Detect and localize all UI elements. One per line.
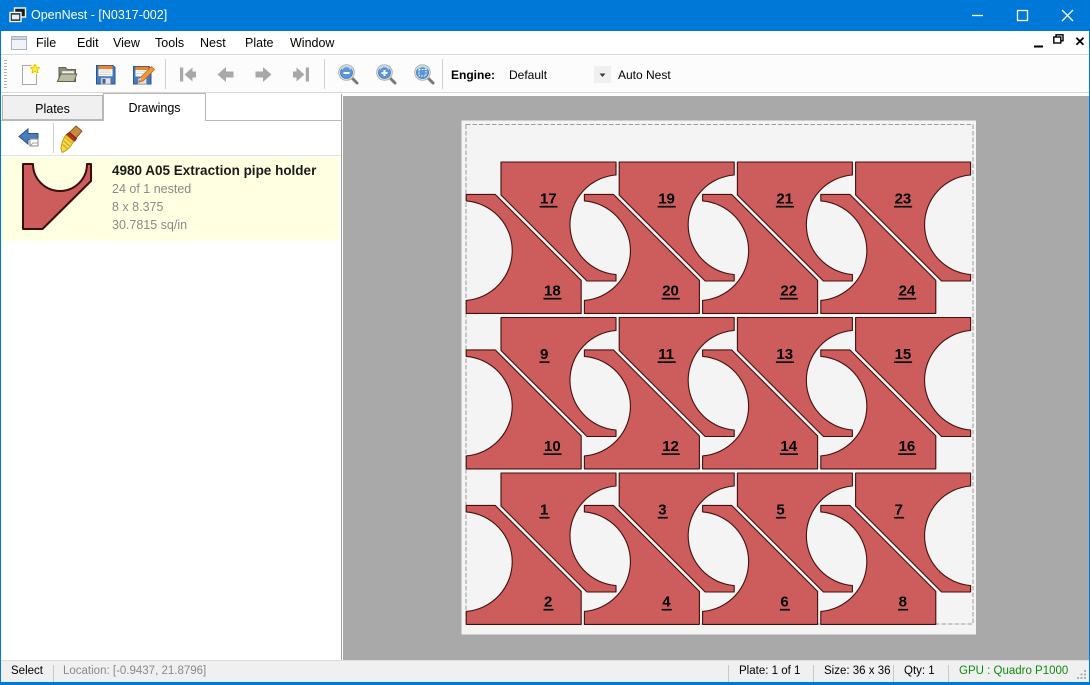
svg-text:8: 8 xyxy=(899,594,907,611)
svg-text:4: 4 xyxy=(662,594,671,611)
svg-text:20: 20 xyxy=(662,283,679,300)
svg-text:11: 11 xyxy=(658,346,674,363)
svg-text:7: 7 xyxy=(895,502,903,519)
svg-text:13: 13 xyxy=(776,346,793,363)
svg-text:6: 6 xyxy=(780,594,788,611)
svg-text:5: 5 xyxy=(776,502,784,519)
svg-text:14: 14 xyxy=(780,438,797,455)
svg-text:21: 21 xyxy=(776,191,793,208)
svg-text:19: 19 xyxy=(658,191,675,208)
svg-text:9: 9 xyxy=(540,346,548,363)
svg-text:3: 3 xyxy=(658,502,666,519)
svg-text:12: 12 xyxy=(662,438,679,455)
svg-text:10: 10 xyxy=(544,438,561,455)
svg-text:22: 22 xyxy=(780,283,797,300)
svg-text:17: 17 xyxy=(540,191,557,208)
svg-text:1: 1 xyxy=(540,502,548,519)
svg-text:15: 15 xyxy=(895,346,912,363)
svg-text:23: 23 xyxy=(895,191,912,208)
svg-text:16: 16 xyxy=(899,438,916,455)
svg-text:24: 24 xyxy=(899,283,916,300)
svg-text:2: 2 xyxy=(544,594,552,611)
svg-text:18: 18 xyxy=(544,283,561,300)
